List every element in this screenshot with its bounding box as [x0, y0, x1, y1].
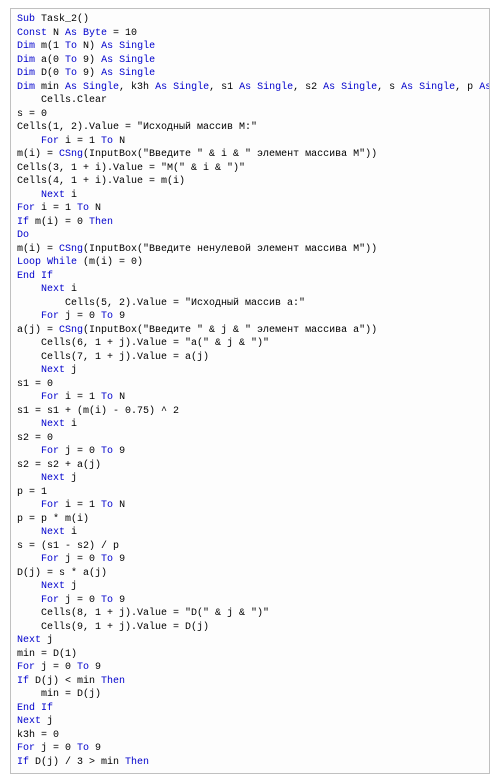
- code-line: End If: [17, 702, 483, 716]
- code-line: Next j: [17, 472, 483, 486]
- code-line: Dim D(0 To 9) As Single: [17, 67, 483, 81]
- code-line: Next i: [17, 526, 483, 540]
- code-line: p = p * m(i): [17, 513, 483, 527]
- code-line: For i = 1 To N: [17, 202, 483, 216]
- code-line: Cells(7, 1 + j).Value = a(j): [17, 351, 483, 365]
- code-line: For i = 1 To N: [17, 135, 483, 149]
- code-line: D(j) = s * a(j): [17, 567, 483, 581]
- code-line: Next i: [17, 418, 483, 432]
- code-line: Cells(4, 1 + i).Value = m(i): [17, 175, 483, 189]
- code-line: If m(i) = 0 Then: [17, 216, 483, 230]
- code-line: s = 0: [17, 108, 483, 122]
- code-editor: Sub Task_2()Const N As Byte = 10Dim m(1 …: [10, 8, 490, 774]
- code-line: If D(j) / 3 > min Then: [17, 756, 483, 770]
- code-line: m(i) = CSng(InputBox("Введите " & i & " …: [17, 148, 483, 162]
- code-line: Next j: [17, 715, 483, 729]
- code-line: s = (s1 - s2) / p: [17, 540, 483, 554]
- code-line: For i = 1 To N: [17, 499, 483, 513]
- code-line: Next i: [17, 189, 483, 203]
- code-line: Cells(3, 1 + i).Value = "M(" & i & ")": [17, 162, 483, 176]
- code-line: min = D(1): [17, 648, 483, 662]
- code-line: For j = 0 To 9: [17, 445, 483, 459]
- code-line: Next i: [17, 283, 483, 297]
- code-line: Cells.Clear: [17, 94, 483, 108]
- code-line: Loop While (m(i) = 0): [17, 256, 483, 270]
- code-line: If D(j) < min Then: [17, 675, 483, 689]
- code-line: Cells(5, 2).Value = "Исходный массив a:": [17, 297, 483, 311]
- code-line: s2 = s2 + a(j): [17, 459, 483, 473]
- code-line: a(j) = CSng(InputBox("Введите " & j & " …: [17, 324, 483, 338]
- code-line: s1 = s1 + (m(i) - 0.75) ^ 2: [17, 405, 483, 419]
- code-line: Next j: [17, 364, 483, 378]
- code-line: Next j: [17, 634, 483, 648]
- code-line: s2 = 0: [17, 432, 483, 446]
- code-line: For j = 0 To 9: [17, 742, 483, 756]
- code-line: Next j: [17, 580, 483, 594]
- code-line: Sub Task_2(): [17, 13, 483, 27]
- code-line: Do: [17, 229, 483, 243]
- code-line: Const N As Byte = 10: [17, 27, 483, 41]
- code-line: Cells(6, 1 + j).Value = "a(" & j & ")": [17, 337, 483, 351]
- code-line: Cells(9, 1 + j).Value = D(j): [17, 621, 483, 635]
- code-line: k3h = 0: [17, 729, 483, 743]
- code-line: End If: [17, 270, 483, 284]
- code-line: For j = 0 To 9: [17, 594, 483, 608]
- code-line: m(i) = CSng(InputBox("Введите ненулевой …: [17, 243, 483, 257]
- code-line: Cells(8, 1 + j).Value = "D(" & j & ")": [17, 607, 483, 621]
- code-line: Dim a(0 To 9) As Single: [17, 54, 483, 68]
- code-line: For j = 0 To 9: [17, 553, 483, 567]
- code-line: p = 1: [17, 486, 483, 500]
- code-line: Dim m(1 To N) As Single: [17, 40, 483, 54]
- code-line: For i = 1 To N: [17, 391, 483, 405]
- code-line: For j = 0 To 9: [17, 310, 483, 324]
- code-line: For j = 0 To 9: [17, 661, 483, 675]
- code-line: s1 = 0: [17, 378, 483, 392]
- code-line: Dim min As Single, k3h As Single, s1 As …: [17, 81, 483, 95]
- code-line: Cells(1, 2).Value = "Исходный массив M:": [17, 121, 483, 135]
- code-line: min = D(j): [17, 688, 483, 702]
